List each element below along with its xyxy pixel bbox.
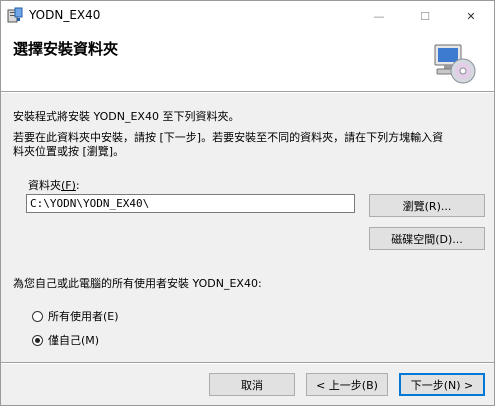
radio-just-me-label: 僅自己(M) (48, 334, 100, 347)
radio-button-selected[interactable] (32, 334, 43, 346)
folder-path-input[interactable]: C:\YODN\YODN_EX40\ (26, 194, 355, 213)
header-banner: 選擇安裝資料夾 (1, 31, 494, 92)
banner-divider (1, 92, 494, 93)
next-button[interactable]: 下一步(N) > (399, 373, 485, 396)
maximize-button[interactable]: ☐ (402, 1, 448, 31)
minimize-button[interactable]: — (356, 1, 402, 31)
computer-disc-icon (434, 44, 476, 84)
installer-app-icon (7, 7, 23, 23)
back-button[interactable]: < 上一步(B) (306, 373, 388, 396)
installer-window: YODN_EX40 — ☐ ✕ 選擇安裝資料夾 安裝程式將安裝 YODN_EX4… (0, 0, 495, 406)
window-title: YODN_EX40 (29, 8, 101, 22)
close-icon: ✕ (466, 9, 476, 23)
radio-everyone[interactable]: 所有使用者(E) (32, 308, 119, 324)
footer-divider-highlight (1, 363, 494, 364)
cancel-button[interactable]: 取消 (209, 373, 295, 396)
instruction-text-line2: 料夾位置或按 [瀏覽]。 (13, 145, 125, 158)
close-button[interactable]: ✕ (448, 1, 494, 31)
folder-label: 資料夾(F): (28, 179, 80, 192)
page-title: 選擇安裝資料夾 (13, 40, 119, 58)
intro-text: 安裝程式將安裝 YODN_EX40 至下列資料夾。 (13, 110, 240, 123)
browse-button[interactable]: 瀏覽(R)... (369, 194, 485, 217)
radio-everyone-label: 所有使用者(E) (48, 310, 119, 323)
radio-button[interactable] (32, 310, 43, 322)
title-bar: YODN_EX40 — ☐ ✕ (1, 1, 494, 31)
maximize-icon: ☐ (420, 9, 430, 23)
disk-cost-button[interactable]: 磁碟空間(D)... (369, 227, 485, 250)
minimize-icon: — (373, 9, 385, 23)
radio-just-me[interactable]: 僅自己(M) (32, 332, 99, 348)
install-for-prompt: 為您自己或此電腦的所有使用者安裝 YODN_EX40: (13, 277, 262, 290)
